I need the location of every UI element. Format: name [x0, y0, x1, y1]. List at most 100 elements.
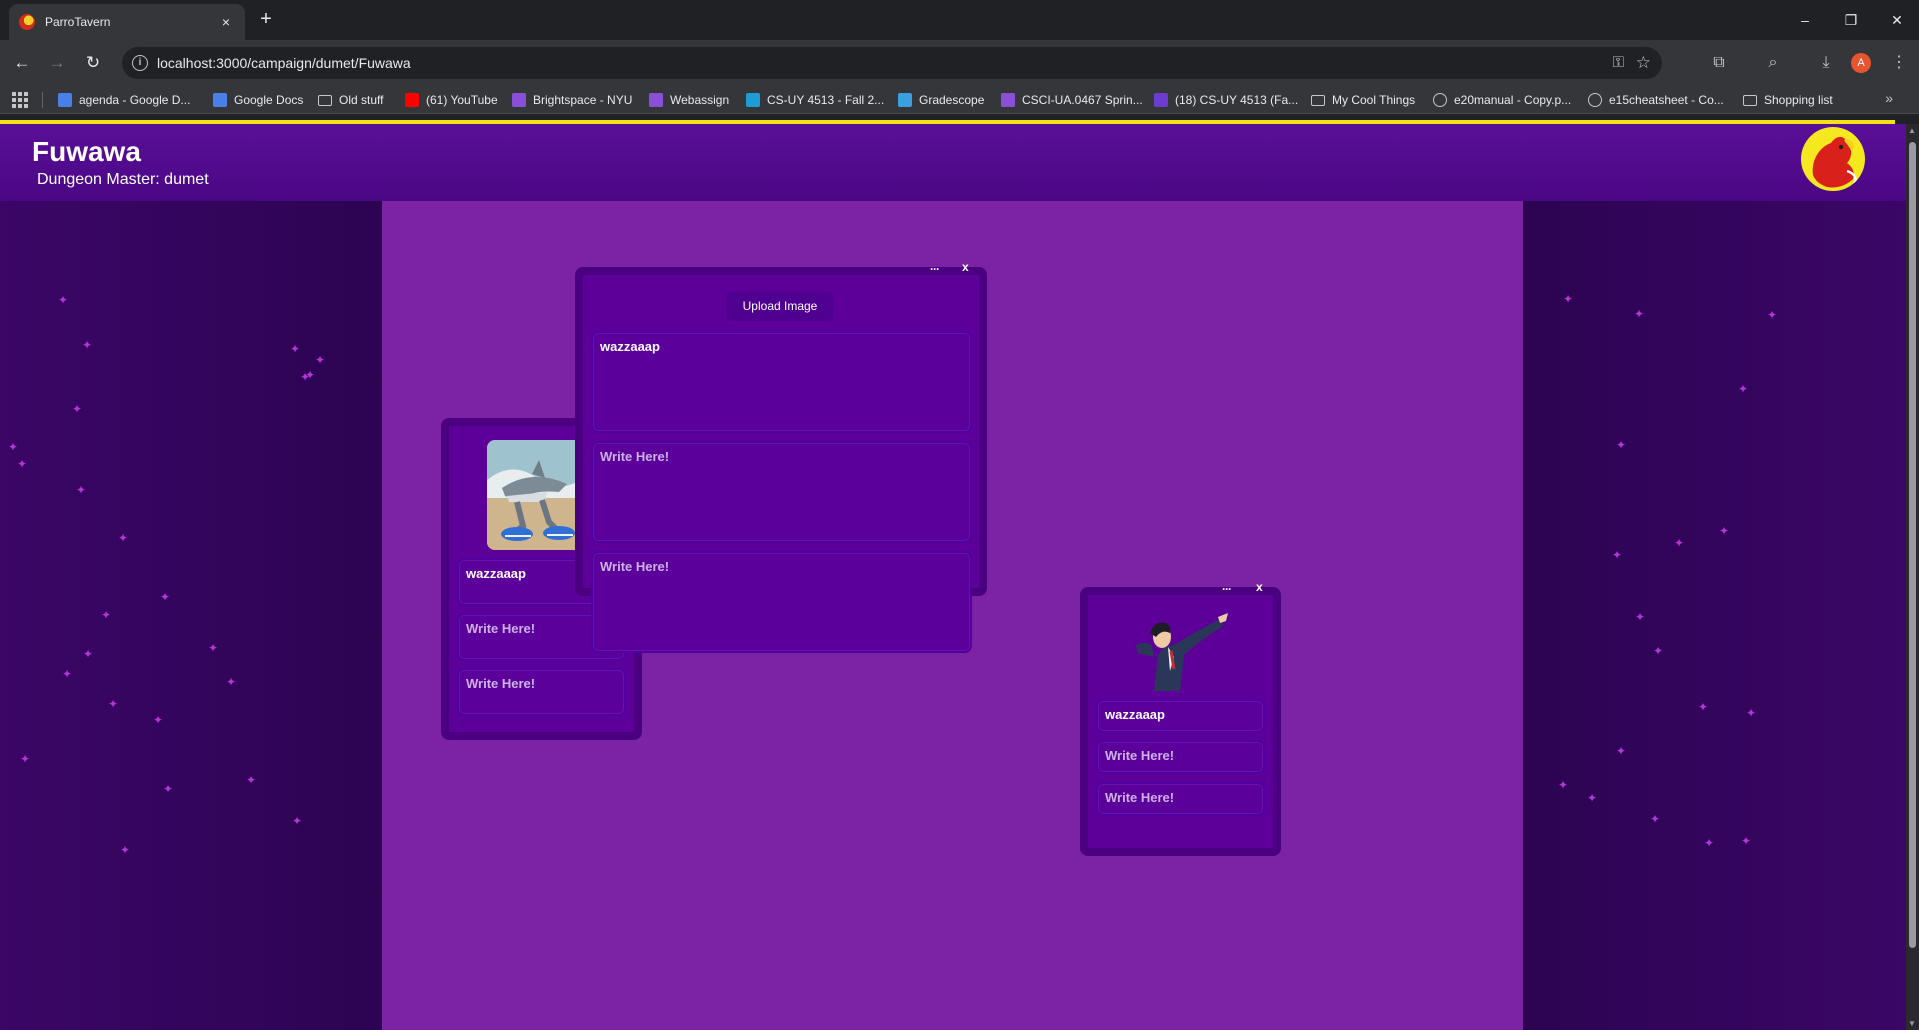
card-field-3[interactable]: Write Here!: [457, 668, 626, 716]
reload-icon[interactable]: ↻: [81, 51, 105, 75]
card-field-3[interactable]: Write Here!: [591, 551, 972, 653]
bookmark-label[interactable]: Old stuff: [339, 93, 383, 107]
bookmark-label[interactable]: Brightspace - NYU: [533, 93, 632, 107]
bookmark-item[interactable]: (61) YouTube: [405, 91, 498, 109]
sparkle-icon: ✦: [72, 402, 83, 416]
field-placeholder[interactable]: Write Here!: [1105, 748, 1174, 763]
restore-button[interactable]: ❐: [1829, 0, 1873, 40]
sparkle-icon: ✦: [163, 782, 174, 796]
character-card-center[interactable]: ··· x Upload Image wazzaaap Write Here! …: [575, 260, 987, 653]
scroll-up-icon[interactable]: ▲: [1908, 126, 1916, 135]
card-field-1[interactable]: wazzaaap: [1096, 699, 1265, 733]
profile-avatar[interactable]: A: [1851, 53, 1871, 73]
bookmark-label[interactable]: e15cheatsheet - Co...: [1609, 93, 1724, 107]
field-placeholder[interactable]: Write Here!: [600, 449, 669, 464]
sparkle-icon: ✦: [82, 338, 93, 352]
bookmark-item[interactable]: CSCI-UA.0467 Sprin...: [1001, 91, 1143, 109]
card-title-bar[interactable]: ··· x: [583, 260, 979, 281]
bookmark-item[interactable]: Brightspace - NYU: [512, 91, 632, 109]
search-tabs-icon[interactable]: ⌕: [1761, 51, 1785, 75]
bookmark-label[interactable]: Gradescope: [919, 93, 984, 107]
address-bar[interactable]: i localhost:3000/campaign/dumet/Fuwawa ⚿…: [122, 47, 1662, 79]
extensions-puzzle-icon[interactable]: ⧉: [1707, 51, 1731, 75]
sparkle-icon: ✦: [1650, 812, 1661, 826]
bookmark-label[interactable]: (18) CS-UY 4513 (Fa...: [1175, 93, 1298, 107]
download-icon[interactable]: ⤓: [1814, 51, 1838, 75]
field-placeholder[interactable]: Write Here!: [600, 559, 669, 574]
bookmark-label[interactable]: My Cool Things: [1332, 93, 1415, 107]
site-info-icon[interactable]: i: [132, 55, 148, 71]
bookmark-label[interactable]: (61) YouTube: [426, 93, 498, 107]
back-arrow-icon[interactable]: ←: [10, 51, 34, 75]
character-card-right[interactable]: ··· x wazzaaap Write Here! Write Here!: [1080, 580, 1281, 856]
page-scrollbar[interactable]: ▲ ▼: [1906, 124, 1919, 1030]
field-placeholder[interactable]: Write Here!: [466, 676, 535, 691]
card-title-bar[interactable]: ··· x: [1088, 580, 1273, 601]
bookmark-item[interactable]: e20manual - Copy.p...: [1433, 91, 1571, 109]
card-field-2[interactable]: Write Here!: [591, 441, 972, 543]
bookmark-label[interactable]: CS-UY 4513 - Fall 2...: [767, 93, 884, 107]
sparkle-icon: ✦: [153, 713, 164, 727]
bookmark-item[interactable]: Old stuff: [318, 91, 383, 109]
bookmark-item[interactable]: Gradescope: [898, 91, 984, 109]
folder-icon: [1311, 94, 1325, 106]
apps-grid-icon[interactable]: [12, 92, 28, 108]
card-field-1[interactable]: wazzaaap: [591, 331, 972, 433]
card-close-button[interactable]: x: [1256, 580, 1263, 594]
field-placeholder[interactable]: Write Here!: [466, 621, 535, 636]
url-text[interactable]: localhost:3000/campaign/dumet/Fuwawa: [157, 55, 411, 71]
field-text[interactable]: wazzaaap: [600, 339, 660, 354]
bookmark-item[interactable]: CS-UY 4513 - Fall 2...: [746, 91, 884, 109]
upload-image-button[interactable]: Upload Image: [727, 292, 833, 321]
browser-tab[interactable]: ParroTavern ×: [9, 4, 245, 40]
bookmark-label[interactable]: Webassign: [670, 93, 729, 107]
campaign-board[interactable]: wazzaaap Write Here! Write Here! ··· x U…: [382, 201, 1523, 1030]
card-field-2[interactable]: Write Here!: [1096, 740, 1265, 774]
window-close-button[interactable]: ✕: [1875, 0, 1919, 40]
sparkle-icon: ✦: [1587, 791, 1598, 805]
bookmark-label[interactable]: Shopping list: [1764, 93, 1833, 107]
field-text[interactable]: wazzaaap: [1105, 707, 1165, 722]
bookmark-label[interactable]: e20manual - Copy.p...: [1454, 93, 1571, 107]
bookmark-item[interactable]: Google Docs: [213, 91, 303, 109]
sparkle-icon: ✦: [1563, 292, 1574, 306]
bookmark-label[interactable]: CSCI-UA.0467 Sprin...: [1022, 93, 1143, 107]
tab-close-icon[interactable]: ×: [217, 14, 235, 30]
sparkle-icon: ✦: [1719, 524, 1730, 538]
webex-icon: [746, 93, 760, 107]
folder-icon: [1743, 94, 1757, 106]
campaign-title: Fuwawa: [32, 136, 141, 167]
minimize-button[interactable]: –: [1783, 0, 1827, 40]
sparkle-icon: ✦: [1616, 438, 1627, 452]
sparkle-icon: ✦: [62, 667, 73, 681]
bookmark-item[interactable]: My Cool Things: [1311, 91, 1415, 109]
bookmark-item[interactable]: Shopping list: [1743, 91, 1833, 109]
bookmark-label[interactable]: agenda - Google D...: [79, 93, 190, 107]
gradescope-icon: [898, 93, 912, 107]
card-close-button[interactable]: x: [962, 260, 969, 274]
bookmark-item[interactable]: (18) CS-UY 4513 (Fa...: [1154, 91, 1298, 109]
password-key-icon[interactable]: ⚿: [1613, 54, 1624, 71]
brightspace-icon: [512, 93, 526, 107]
bookmark-item[interactable]: Webassign: [649, 91, 729, 109]
scroll-thumb[interactable]: [1909, 142, 1916, 948]
bookmark-item[interactable]: agenda - Google D...: [58, 91, 190, 109]
field-placeholder[interactable]: Write Here!: [1105, 790, 1174, 805]
card-field-3[interactable]: Write Here!: [1096, 782, 1265, 816]
more-bookmarks-icon[interactable]: »: [1885, 90, 1893, 106]
field-text[interactable]: wazzaaap: [466, 566, 526, 581]
new-tab-button[interactable]: +: [254, 8, 278, 32]
parrot-logo-icon[interactable]: [1801, 127, 1865, 191]
brightspace-icon: [1001, 93, 1015, 107]
globe-icon: [1588, 93, 1602, 107]
bookmark-label[interactable]: Google Docs: [234, 93, 303, 107]
card-menu-icon[interactable]: ···: [1222, 582, 1232, 596]
card-menu-icon[interactable]: ···: [930, 262, 940, 276]
sparkle-icon: ✦: [20, 752, 31, 766]
bookmark-item[interactable]: e15cheatsheet - Co...: [1588, 91, 1724, 109]
kebab-menu-icon[interactable]: ⋮: [1887, 51, 1911, 75]
sparkle-icon: ✦: [108, 697, 119, 711]
forward-arrow-icon[interactable]: →: [45, 51, 69, 75]
scroll-down-icon[interactable]: ▼: [1908, 1019, 1916, 1028]
bookmark-star-icon[interactable]: ☆: [1636, 53, 1651, 73]
